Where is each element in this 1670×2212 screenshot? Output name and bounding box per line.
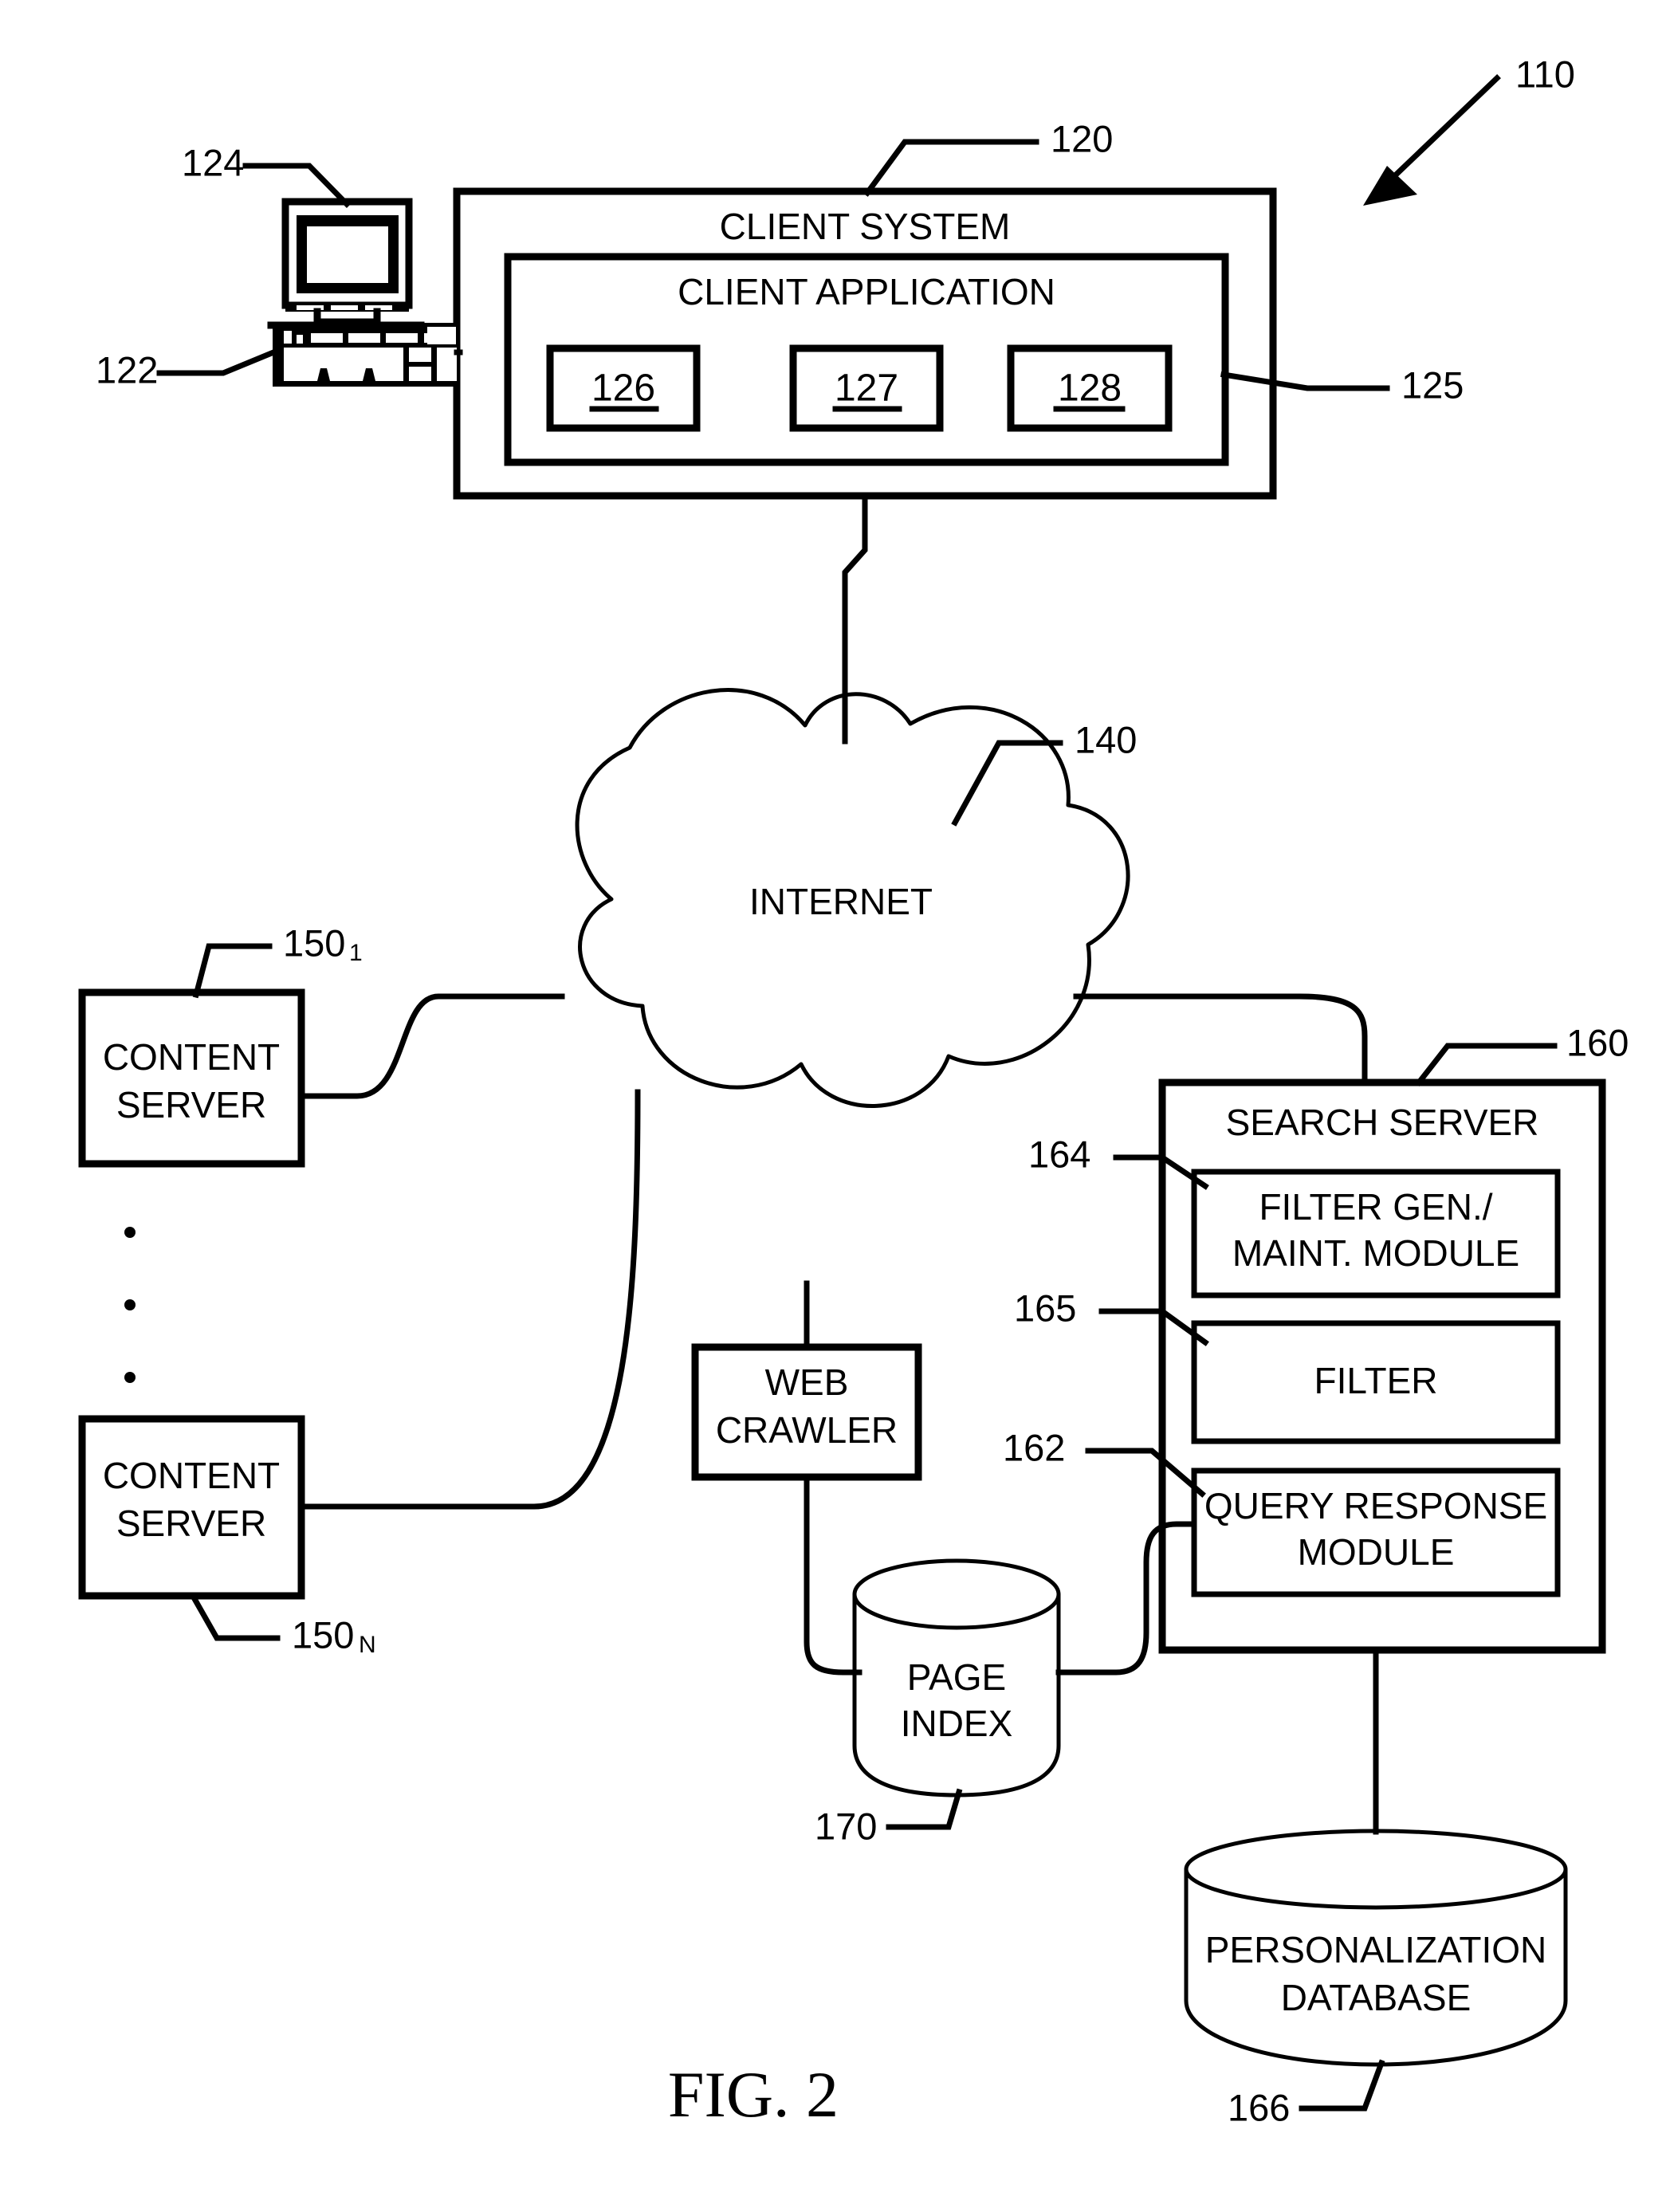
link-content-server-1-internet <box>298 993 565 1099</box>
page-index-label-line2: INDEX <box>901 1703 1013 1744</box>
client-module-127-label: 127 <box>835 367 898 410</box>
query-response-module-label-line1: QUERY RESPONSE <box>1204 1485 1547 1526</box>
client-module-126-label: 126 <box>591 367 655 410</box>
ref-label-165: 165 <box>1014 1287 1076 1329</box>
leader-122 <box>156 347 281 376</box>
search-server-label: SEARCH SERVER <box>1226 1102 1539 1143</box>
page-index-cylinder: PAGE INDEX <box>852 1558 1061 1797</box>
ref-label-140: 140 <box>1075 718 1137 760</box>
ref-label-150-n-sub: N <box>359 1632 376 1658</box>
link-client-to-internet <box>842 493 868 745</box>
ref-label-150-n: 150 <box>292 1613 354 1656</box>
ref-label-110: 110 <box>1515 53 1575 95</box>
content-server-1-label-line2: SERVER <box>116 1084 266 1126</box>
patent-figure-page: 110 CLIENT SYSTEM 120 CLIENT APPLICATION… <box>0 0 1670 2212</box>
content-server-1-label-line1: CONTENT <box>103 1036 280 1078</box>
monitor-icon <box>267 198 425 329</box>
ref-label-170: 170 <box>815 1805 877 1847</box>
content-server-ellipsis <box>124 1227 136 1383</box>
filter-module-label: FILTER <box>1314 1360 1437 1401</box>
query-response-module-box: QUERY RESPONSE MODULE <box>1191 1467 1561 1597</box>
personalization-database-label-line1: PERSONALIZATION <box>1205 1929 1547 1970</box>
filter-gen-maint-module-label-line1: FILTER GEN./ <box>1259 1186 1492 1228</box>
query-response-module-label-line2: MODULE <box>1298 1531 1455 1573</box>
client-module-126[interactable]: 126 <box>546 344 701 432</box>
ref-label-160: 160 <box>1566 1021 1629 1063</box>
leader-150-1 <box>192 943 273 999</box>
filter-gen-maint-module-box: FILTER GEN./ MAINT. MODULE <box>1191 1169 1561 1299</box>
content-server-n-label-line2: SERVER <box>116 1503 266 1544</box>
client-system-label: CLIENT SYSTEM <box>720 206 1011 247</box>
figure-caption: FIG. 2 <box>668 2058 839 2131</box>
ref-label-150-1-sub: 1 <box>349 940 363 966</box>
web-crawler-box: WEB CRAWLER <box>691 1343 922 1481</box>
leader-170 <box>886 1788 963 1830</box>
leader-160 <box>1415 1043 1558 1086</box>
figure-2-diagram: 110 CLIENT SYSTEM 120 CLIENT APPLICATION… <box>78 53 1629 2131</box>
leader-165 <box>1098 1308 1209 1346</box>
content-server-1: CONTENT SERVER <box>78 988 305 1168</box>
client-application-label: CLIENT APPLICATION <box>678 271 1055 312</box>
filter-gen-maint-module-label-line2: MAINT. MODULE <box>1232 1232 1519 1274</box>
internet-label: INTERNET <box>749 881 933 922</box>
leader-150-n <box>190 1593 281 1641</box>
link-content-server-n-internet <box>298 1089 641 1510</box>
content-server-n: CONTENT SERVER <box>78 1415 305 1600</box>
link-web-crawler-page-index <box>804 1474 863 1676</box>
ref-label-166: 166 <box>1228 2086 1290 2128</box>
keyboard-icon <box>273 323 460 387</box>
client-module-127[interactable]: 127 <box>789 344 944 432</box>
web-crawler-label-line1: WEB <box>765 1361 849 1403</box>
system-ref-arrow-110 <box>1363 74 1501 206</box>
personalization-database-label-line2: DATABASE <box>1281 1977 1472 2018</box>
leader-125 <box>1220 371 1390 391</box>
content-server-n-label-line1: CONTENT <box>103 1455 280 1496</box>
leader-140 <box>951 740 1063 827</box>
leader-166 <box>1299 2059 1385 2112</box>
ref-label-150-1: 150 <box>283 921 345 964</box>
ref-label-162: 162 <box>1003 1426 1065 1468</box>
personalization-database-cylinder: PERSONALIZATION DATABASE <box>1184 1829 1568 2067</box>
client-module-128-label: 128 <box>1058 367 1122 410</box>
ref-label-125: 125 <box>1401 363 1464 406</box>
page-index-label-line1: PAGE <box>907 1656 1006 1698</box>
ref-label-124: 124 <box>182 141 244 183</box>
internet-cloud: INTERNET <box>575 688 1130 1108</box>
filter-module-box: FILTER <box>1191 1320 1561 1444</box>
ref-label-120: 120 <box>1051 117 1113 159</box>
link-internet-search-server <box>1073 993 1368 1086</box>
ref-label-164: 164 <box>1028 1133 1090 1175</box>
leader-162 <box>1085 1448 1206 1498</box>
leader-120 <box>863 139 1039 197</box>
ref-label-122: 122 <box>96 348 158 391</box>
client-module-128[interactable]: 128 <box>1007 344 1173 432</box>
web-crawler-label-line2: CRAWLER <box>716 1409 898 1451</box>
